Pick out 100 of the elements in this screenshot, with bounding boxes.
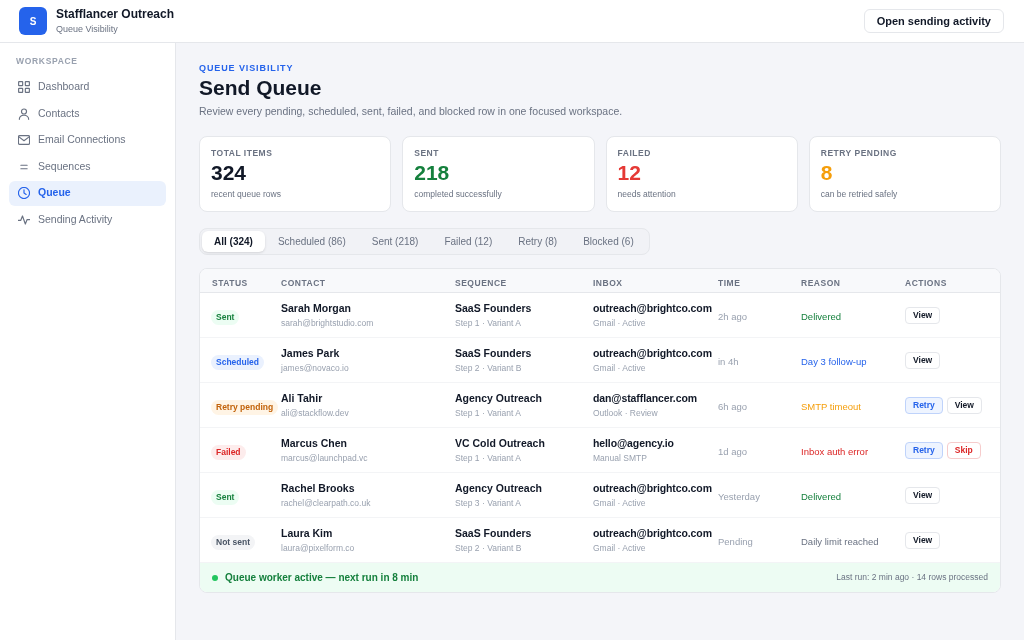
view-button[interactable]: View xyxy=(905,486,941,504)
envelope-icon xyxy=(18,134,30,147)
filter-tab[interactable]: Failed (12) xyxy=(431,231,506,252)
column-header: ACTIONS xyxy=(905,278,947,288)
sequence-name: SaaS Founders xyxy=(455,526,532,540)
app-title: Stafflancer Outreach xyxy=(56,6,175,22)
stat-value: 8 xyxy=(820,160,834,186)
sidebar-item[interactable]: Contacts xyxy=(9,101,166,127)
open-activity-button[interactable]: Open sending activity xyxy=(863,9,1004,33)
time-text: 2h ago xyxy=(718,311,748,322)
retry-button[interactable]: Retry xyxy=(905,441,943,459)
inbox-address: dan@stafflancer.com xyxy=(593,391,697,405)
contact-email: ali@stackflow.dev xyxy=(281,407,349,419)
stat-label: SENT xyxy=(414,148,440,159)
stat-note: recent queue rows xyxy=(211,188,282,200)
column-header: SEQUENCE xyxy=(455,278,507,288)
inbox-detail: Outlook · Review xyxy=(593,407,658,419)
sequence-name: SaaS Founders xyxy=(455,346,532,360)
page-description: Review every pending, scheduled, sent, failed, and blocked row in one focused workspace. xyxy=(199,104,624,118)
view-button[interactable]: View xyxy=(905,306,941,324)
reason-text: Delivered xyxy=(801,311,842,322)
contact-name: Rachel Brooks xyxy=(281,481,355,495)
pulse-icon xyxy=(18,213,30,226)
view-button[interactable]: View xyxy=(905,531,941,549)
retry-button[interactable]: Retry xyxy=(905,396,943,414)
view-button[interactable]: View xyxy=(946,396,982,414)
stat-note: can be retried safely xyxy=(820,188,899,200)
column-header: CONTACT xyxy=(281,278,326,288)
filter-tab[interactable]: All (324) xyxy=(202,231,265,252)
stat-note: completed successfully xyxy=(414,188,503,200)
sequence-step: Step 2 · Variant B xyxy=(455,542,522,554)
filter-tab[interactable]: Retry (8) xyxy=(505,231,571,252)
reason-text: Day 3 follow-up xyxy=(801,356,867,367)
inbox-address: outreach@brightco.com xyxy=(593,526,712,540)
column-header: INBOX xyxy=(593,278,623,288)
filter-tab[interactable]: Scheduled (86) xyxy=(264,231,359,252)
inbox-detail: Gmail · Active xyxy=(593,317,646,329)
contact-name: Laura Kim xyxy=(281,526,333,540)
reason-text: Inbox auth error xyxy=(801,446,869,457)
app-subtitle: Queue Visibility xyxy=(56,22,119,36)
clock-icon xyxy=(18,187,30,200)
sidebar-item[interactable]: Sending Activity xyxy=(9,207,166,233)
column-header: TIME xyxy=(718,278,741,288)
contact-name: James Park xyxy=(281,346,340,360)
contact-email: rachel@clearpath.co.uk xyxy=(281,497,371,509)
reason-text: SMTP timeout xyxy=(801,401,861,412)
sequence-name: SaaS Founders xyxy=(455,301,532,315)
stat-label: FAILED xyxy=(617,148,652,159)
stat-label: TOTAL ITEMS xyxy=(211,148,274,159)
sequence-name: Agency Outreach xyxy=(455,391,542,405)
column-header: STATUS xyxy=(212,278,248,288)
contact-email: laura@pixelform.co xyxy=(281,542,355,554)
sidebar-item[interactable]: Sequences xyxy=(9,154,166,180)
status-badge: Sent xyxy=(211,310,240,325)
status-badge: Scheduled xyxy=(211,355,264,370)
inbox-detail: Gmail · Active xyxy=(593,497,646,509)
stat-value: 324 xyxy=(211,160,248,186)
time-text: Pending xyxy=(718,536,753,547)
stat-value: 218 xyxy=(414,160,451,186)
status-badge: Not sent xyxy=(211,535,255,550)
time-text: in 4h xyxy=(718,356,739,367)
sidebar-item[interactable]: Email Connections xyxy=(9,127,166,153)
contact-name: Marcus Chen xyxy=(281,436,347,450)
person-icon xyxy=(18,107,30,120)
inbox-address: outreach@brightco.com xyxy=(593,301,712,315)
sequence-step: Step 1 · Variant A xyxy=(455,407,521,419)
inbox-detail: Manual SMTP xyxy=(593,452,647,464)
time-text: Yesterday xyxy=(718,491,760,502)
inbox-detail: Gmail · Active xyxy=(593,362,646,374)
inbox-address: outreach@brightco.com xyxy=(593,481,712,495)
sequence-step: Step 3 · Variant A xyxy=(455,497,521,509)
last-run-text: Last run: 2 min ago · 14 rows processed xyxy=(836,571,988,584)
sidebar-item[interactable]: Queue xyxy=(9,180,166,206)
inbox-detail: Gmail · Active xyxy=(593,542,646,554)
sequence-step: Step 1 · Variant A xyxy=(455,452,521,464)
reason-text: Delivered xyxy=(801,491,842,502)
grid-icon xyxy=(18,81,30,94)
sequence-step: Step 2 · Variant B xyxy=(455,362,522,374)
inbox-address: outreach@brightco.com xyxy=(593,346,712,360)
time-text: 1d ago xyxy=(718,446,748,457)
time-text: 6h ago xyxy=(718,401,748,412)
filter-tab[interactable]: Sent (218) xyxy=(358,231,432,252)
contact-email: marcus@launchpad.vc xyxy=(281,452,368,464)
sequence-step: Step 1 · Variant A xyxy=(455,317,521,329)
status-badge: Sent xyxy=(211,490,240,505)
worker-status-text: Queue worker active — next run in 8 min xyxy=(225,571,419,585)
inbox-address: hello@agency.io xyxy=(593,436,674,450)
status-badge: Retry pending xyxy=(211,400,279,415)
skip-button[interactable]: Skip xyxy=(946,441,981,459)
view-button[interactable]: View xyxy=(905,351,941,369)
status-badge: Failed xyxy=(211,445,246,460)
page-eyebrow: QUEUE VISIBILITY xyxy=(199,62,295,74)
reason-text: Daily limit reached xyxy=(801,536,879,547)
contact-email: james@novaco.io xyxy=(281,362,349,374)
stat-value: 12 xyxy=(617,160,642,186)
page-title: Send Queue xyxy=(199,75,323,101)
sidebar-item[interactable]: Dashboard xyxy=(9,74,166,100)
contact-name: Ali Tahir xyxy=(281,391,323,405)
column-header: REASON xyxy=(801,278,841,288)
filter-tab[interactable]: Blocked (6) xyxy=(570,231,647,252)
